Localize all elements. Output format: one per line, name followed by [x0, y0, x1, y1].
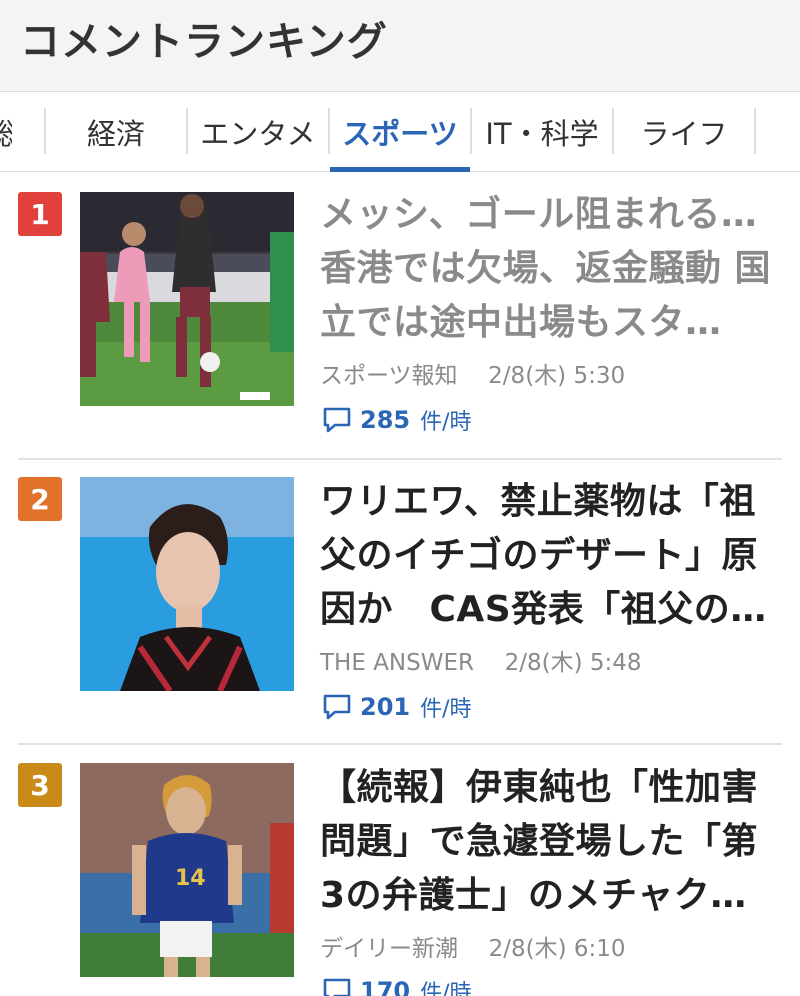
article-datetime: 2/8(木) 5:30	[488, 363, 626, 389]
tab-entertainment[interactable]: エンタメ	[188, 92, 328, 172]
svg-text:14: 14	[175, 866, 206, 891]
comment-count: 285	[360, 406, 411, 434]
tab-it-science[interactable]: IT・科学	[472, 92, 612, 172]
soccer-match-photo	[80, 192, 294, 406]
article-meta: THE ANSWER 2/8(木) 5:48	[320, 643, 642, 677]
article-datetime: 2/8(木) 5:48	[504, 650, 642, 676]
tab-separator	[754, 108, 756, 154]
page-title: コメントランキング	[20, 19, 388, 65]
comment-count: 201	[360, 693, 411, 721]
article-thumbnail[interactable]	[80, 477, 294, 691]
article-title[interactable]: メッシ、ゴール阻まれる…香港では欠場、返金騒動 国立では途中出場もスタ…	[320, 188, 780, 350]
tab-economy[interactable]: 経済	[46, 92, 186, 172]
figure-skater-photo	[80, 477, 294, 691]
rank-badge: 3	[18, 763, 62, 807]
tab-overall[interactable]: 総	[0, 92, 12, 172]
comment-unit: 件/時	[420, 697, 472, 722]
article-meta: デイリー新潮 2/8(木) 6:10	[320, 929, 626, 963]
item-divider	[18, 743, 782, 745]
item-divider	[18, 458, 782, 460]
article-source: スポーツ報知	[320, 363, 458, 389]
comment-icon	[323, 978, 351, 996]
article-title[interactable]: ワリエワ、禁止薬物は「祖父のイチゴのデザート」原因か CAS発表「祖父の…	[320, 475, 780, 637]
article-thumbnail[interactable]	[80, 192, 294, 406]
rank-badge: 2	[18, 477, 62, 521]
comment-unit: 件/時	[420, 981, 472, 996]
comment-link[interactable]: 285 件/時	[322, 404, 472, 436]
comment-icon	[323, 694, 351, 720]
article-datetime: 2/8(木) 6:10	[488, 936, 626, 962]
comment-count: 170	[360, 977, 411, 996]
comment-link[interactable]: 170 件/時	[322, 975, 472, 996]
comment-link[interactable]: 201 件/時	[322, 691, 472, 723]
page-header: コメントランキング	[0, 0, 800, 92]
tab-sports[interactable]: スポーツ	[330, 92, 470, 172]
japan-player-photo: 14	[80, 763, 294, 977]
category-tabs: 総 経済 エンタメ スポーツ IT・科学 ライフ	[0, 92, 800, 172]
comment-icon	[323, 407, 351, 433]
article-thumbnail[interactable]: 14	[80, 763, 294, 977]
article-title[interactable]: 【続報】伊東純也「性加害問題」で急遽登場した「第3の弁護士」のメチャク…	[320, 761, 780, 923]
article-source: デイリー新潮	[320, 936, 458, 962]
article-meta: スポーツ報知 2/8(木) 5:30	[320, 356, 625, 390]
article-source: THE ANSWER	[320, 650, 474, 676]
rank-badge: 1	[18, 192, 62, 236]
comment-unit: 件/時	[420, 410, 472, 435]
tab-life[interactable]: ライフ	[614, 92, 754, 172]
